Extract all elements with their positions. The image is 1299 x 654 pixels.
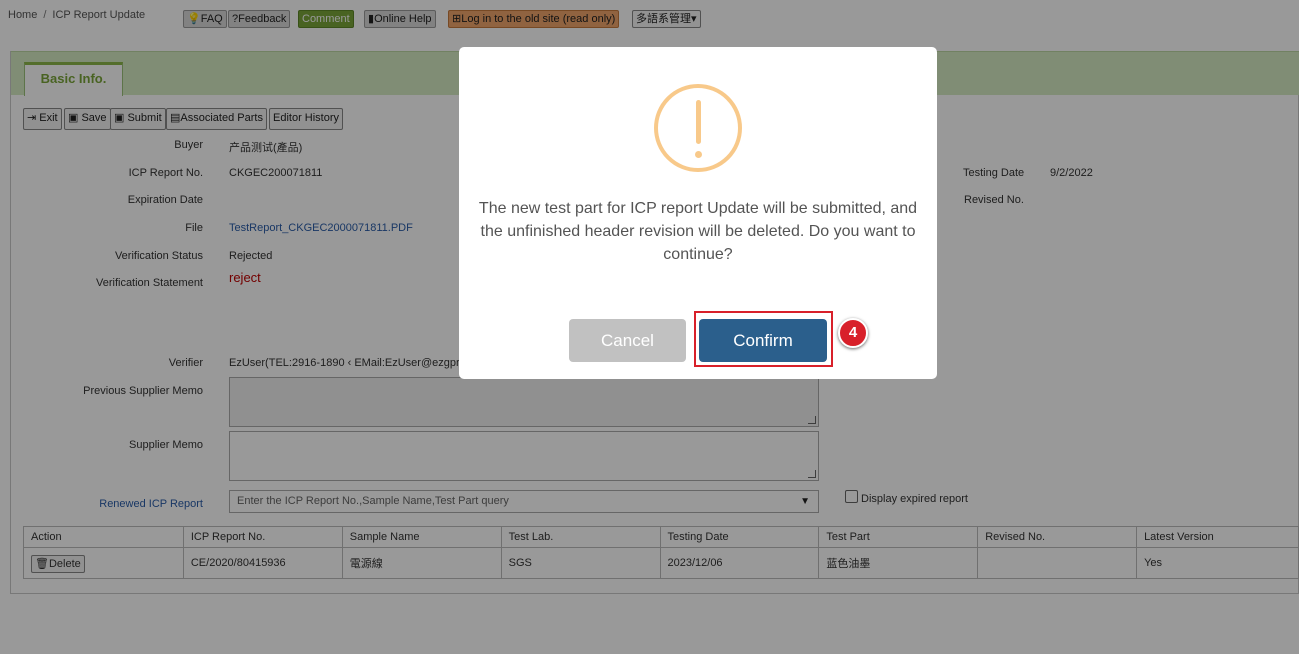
step-number-badge: 4 <box>838 318 868 348</box>
dialog-message: The new test part for ICP report Update … <box>478 200 918 263</box>
warning-icon <box>654 84 742 172</box>
warning-icon-bar <box>696 100 701 144</box>
warning-icon-dot <box>695 151 702 158</box>
cancel-button[interactable]: Cancel <box>569 319 686 362</box>
confirm-highlight-box <box>694 311 833 367</box>
